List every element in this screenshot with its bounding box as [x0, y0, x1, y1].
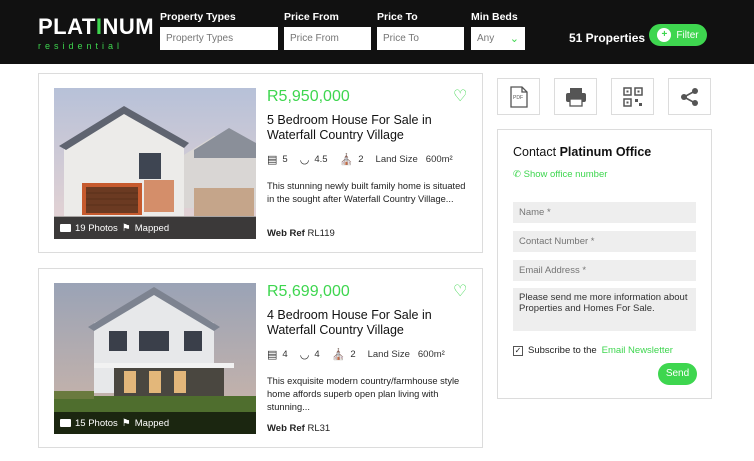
price-from-input[interactable] — [284, 27, 371, 50]
bath-icon: ◡ — [299, 349, 310, 361]
svg-text:PDF: PDF — [513, 95, 523, 101]
camera-icon — [60, 419, 71, 427]
top-bar: PLATINUM residential Property Types Pric… — [0, 0, 754, 64]
land-size-label: Land Size — [367, 349, 410, 360]
property-count: 51 Properties — [569, 31, 646, 45]
property-types-input[interactable] — [160, 27, 278, 50]
listing-card[interactable]: 19 Photos ⚑ Mapped R5,950,000 ♡ 5 Bedroo… — [38, 73, 483, 253]
pdf-button[interactable]: PDF — [497, 78, 540, 115]
platinum-logo[interactable]: PLATINUM residential — [38, 14, 155, 54]
mapped-label: Mapped — [134, 222, 170, 234]
subscribe-label: Subscribe to the — [528, 345, 597, 356]
listing-photo[interactable]: 19 Photos ⚑ Mapped — [54, 88, 256, 239]
share-icon — [680, 87, 698, 106]
listing-price: R5,699,000 — [267, 283, 350, 300]
price-to-input[interactable] — [377, 27, 464, 50]
listing-specs: ▤ 4 ◡ 4 ⛪ 2 Land Size 600m² — [267, 348, 445, 361]
web-ref: Web Ref RL119 — [267, 228, 335, 239]
contact-number-input[interactable] — [513, 231, 696, 252]
map-pin-icon: ⚑ — [121, 417, 131, 429]
email-address-input[interactable] — [513, 260, 696, 281]
search-plus-icon: + — [657, 28, 672, 42]
web-ref: Web Ref RL31 — [267, 423, 331, 434]
contact-title: Contact Platinum Office — [513, 145, 652, 159]
filter-property-types: Property Types — [160, 11, 278, 50]
min-beds-value: Any — [477, 33, 495, 44]
photo-count: 19 Photos — [75, 222, 118, 234]
bathroom-count: 4.5 — [314, 154, 328, 165]
subscribe-checkbox[interactable]: ✓ — [513, 345, 523, 356]
filter-price-from: Price From — [284, 11, 371, 50]
send-button[interactable]: Send — [658, 363, 697, 385]
newsletter-subscribe[interactable]: ✓ Subscribe to the Email Newsletter — [513, 345, 673, 356]
listing-description: This exquisite modern country/farmhouse … — [267, 376, 460, 412]
filter-price-to: Price To — [377, 11, 464, 50]
favorite-heart-icon[interactable]: ♡ — [453, 281, 467, 301]
photo-info-bar: 15 Photos ⚑ Mapped — [54, 412, 256, 434]
garage-count: 2 — [358, 154, 364, 165]
garage-icon: ⛪ — [339, 154, 354, 166]
bed-icon: ▤ — [267, 349, 278, 361]
pdf-icon: PDF — [509, 85, 528, 108]
bedroom-count: 4 — [282, 349, 288, 360]
chevron-down-icon: ⌄ — [509, 33, 519, 45]
phone-icon: ✆ — [513, 169, 521, 180]
message-textarea[interactable]: Please send me more information about Pr… — [513, 288, 696, 331]
logo-wordmark: PLATINUM — [38, 14, 155, 39]
bathroom-count: 4 — [314, 349, 320, 360]
listing-card[interactable]: 15 Photos ⚑ Mapped R5,699,000 ♡ 4 Bedroo… — [38, 268, 483, 448]
filter-min-beds: Min Beds Any ⌄ — [471, 11, 525, 50]
print-button[interactable] — [554, 78, 597, 115]
listing-specs: ▤ 5 ◡ 4.5 ⛪ 2 Land Size 600m² — [267, 153, 453, 166]
listing-title[interactable]: 5 Bedroom House For Sale in Waterfall Co… — [267, 113, 467, 143]
bath-icon: ◡ — [299, 154, 310, 166]
filter-label: Price To — [377, 11, 418, 23]
land-size-value: 600m² — [425, 154, 453, 165]
qr-code-icon — [622, 86, 643, 107]
listing-photo[interactable]: 15 Photos ⚑ Mapped — [54, 283, 256, 434]
min-beds-select[interactable]: Any ⌄ — [471, 27, 525, 50]
photo-info-bar: 19 Photos ⚑ Mapped — [54, 217, 256, 239]
photo-count: 15 Photos — [75, 417, 118, 429]
land-size-label: Land Size — [375, 154, 418, 165]
filter-label: Property Types — [160, 11, 236, 23]
listing-price: R5,950,000 — [267, 88, 350, 105]
qr-code-button[interactable] — [611, 78, 654, 115]
mapped-label: Mapped — [134, 417, 170, 429]
favorite-heart-icon[interactable]: ♡ — [453, 86, 467, 106]
email-newsletter-link[interactable]: Email Newsletter — [602, 345, 673, 356]
logo-tagline: residential — [38, 41, 124, 51]
filter-button-label: Filter — [676, 29, 699, 41]
bedroom-count: 5 — [282, 154, 288, 165]
land-size-value: 600m² — [417, 349, 445, 360]
print-icon — [565, 87, 586, 107]
listing-description: This stunning newly built family home is… — [267, 181, 466, 204]
show-office-number-link[interactable]: ✆ Show office number — [513, 169, 607, 180]
bed-icon: ▤ — [267, 154, 278, 166]
listing-title[interactable]: 4 Bedroom House For Sale in Waterfall Co… — [267, 308, 467, 338]
filter-label: Min Beds — [471, 11, 518, 23]
camera-icon — [60, 224, 71, 232]
garage-count: 2 — [350, 349, 356, 360]
garage-icon: ⛪ — [331, 349, 346, 361]
filter-label: Price From — [284, 11, 339, 23]
share-button[interactable] — [668, 78, 711, 115]
map-pin-icon: ⚑ — [121, 222, 131, 234]
filter-button[interactable]: + Filter — [649, 24, 707, 46]
name-input[interactable] — [513, 202, 696, 223]
contact-panel: Contact Platinum Office ✆ Show office nu… — [497, 129, 712, 399]
